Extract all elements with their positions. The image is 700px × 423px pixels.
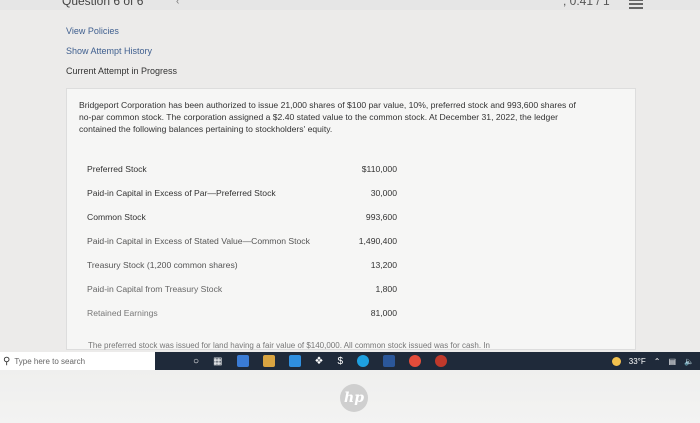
menu-icon[interactable] <box>629 0 643 11</box>
table-row: Treasury Stock (1,200 common shares) 13,… <box>87 253 397 277</box>
balance-label: Paid-in Capital in Excess of Par—Preferr… <box>87 188 276 198</box>
balance-label: Retained Earnings <box>87 308 158 318</box>
balance-amount: 1,490,400 <box>358 236 397 246</box>
balance-amount: 30,000 <box>370 188 397 198</box>
question-indicator: Question 6 of 6 <box>62 0 144 8</box>
balance-label: Paid-in Capital from Treasury Stock <box>87 284 223 294</box>
balance-label: Paid-in Capital in Excess of Stated Valu… <box>87 236 310 246</box>
chrome-icon[interactable] <box>409 355 422 367</box>
balance-amount: 81,000 <box>370 308 397 318</box>
task-view-icon[interactable]: ▦ <box>213 356 222 367</box>
cortana-icon[interactable]: ○ <box>193 356 199 367</box>
table-row: Common Stock 993,600 <box>87 205 397 229</box>
balance-amount: 993,600 <box>365 212 397 222</box>
balance-amount: 13,200 <box>370 260 397 270</box>
continued-problem-text: The preferred stock was issued for land … <box>88 341 490 350</box>
search-icon: ⚲ <box>3 355 11 367</box>
chevron-up-icon[interactable]: ⌃ <box>654 357 661 366</box>
network-icon[interactable]: ▤ <box>668 357 676 366</box>
table-row: Paid-in Capital in Excess of Stated Valu… <box>87 229 397 253</box>
balance-label: Treasury Stock (1,200 common shares) <box>87 260 238 270</box>
chevron-left-icon[interactable]: ‹ <box>176 0 179 7</box>
table-row: Retained Earnings 81,000 <box>87 301 397 325</box>
table-row: Preferred Stock $110,000 <box>87 157 397 181</box>
system-tray: 33°F ⌃ ▤ 🔈 <box>611 356 694 366</box>
top-bar: Question 6 of 6 ‹ , 0.41 / 1 <box>0 0 700 10</box>
prompt-line: no-par common stock. The corporation ass… <box>79 112 558 122</box>
word-icon[interactable] <box>383 355 396 367</box>
volume-icon[interactable]: 🔈 <box>684 357 694 366</box>
table-row: Paid-in Capital from Treasury Stock 1,80… <box>87 277 397 301</box>
balance-amount: 1,800 <box>375 284 397 294</box>
edge-icon[interactable] <box>357 355 370 367</box>
prompt-line: Bridgeport Corporation has been authoriz… <box>79 100 576 110</box>
app-icon[interactable] <box>435 355 448 367</box>
problem-prompt: Bridgeport Corporation has been authoriz… <box>79 99 634 135</box>
question-panel: Bridgeport Corporation has been authoriz… <box>66 88 636 350</box>
windows-taskbar: ⚲ Type here to search ○ ▦ ❖ $ 33°F ⌃ ▤ 🔈 <box>0 352 700 370</box>
hp-logo: hp <box>340 384 368 412</box>
dollar-icon[interactable]: $ <box>337 356 343 367</box>
current-attempt-label: Current Attempt in Progress <box>66 66 178 76</box>
prompt-line: contained the following balances pertain… <box>79 124 333 134</box>
balance-amount: $110,000 <box>361 164 397 174</box>
table-row: Paid-in Capital in Excess of Par—Preferr… <box>87 181 397 205</box>
search-placeholder: Type here to search <box>14 356 86 366</box>
mail-icon[interactable] <box>288 355 301 367</box>
dropbox-icon[interactable]: ❖ <box>315 356 324 367</box>
file-explorer-icon[interactable] <box>236 355 249 367</box>
balance-label: Common Stock <box>87 212 146 222</box>
weather-icon[interactable] <box>611 356 621 366</box>
score-display: , 0.41 / 1 <box>563 0 610 8</box>
balance-label: Preferred Stock <box>87 164 147 174</box>
show-attempt-history-link[interactable]: Show Attempt History <box>66 46 152 56</box>
balances-table: Preferred Stock $110,000 Paid-in Capital… <box>87 157 397 325</box>
calendar-icon[interactable] <box>262 355 275 367</box>
view-policies-link[interactable]: View Policies <box>66 26 119 36</box>
taskbar-search[interactable]: ⚲ Type here to search <box>0 352 155 370</box>
temperature: 33°F <box>628 356 646 366</box>
taskbar-apps: ○ ▦ ❖ $ <box>193 355 448 367</box>
policy-links: View Policies Show Attempt History Curre… <box>66 26 177 86</box>
